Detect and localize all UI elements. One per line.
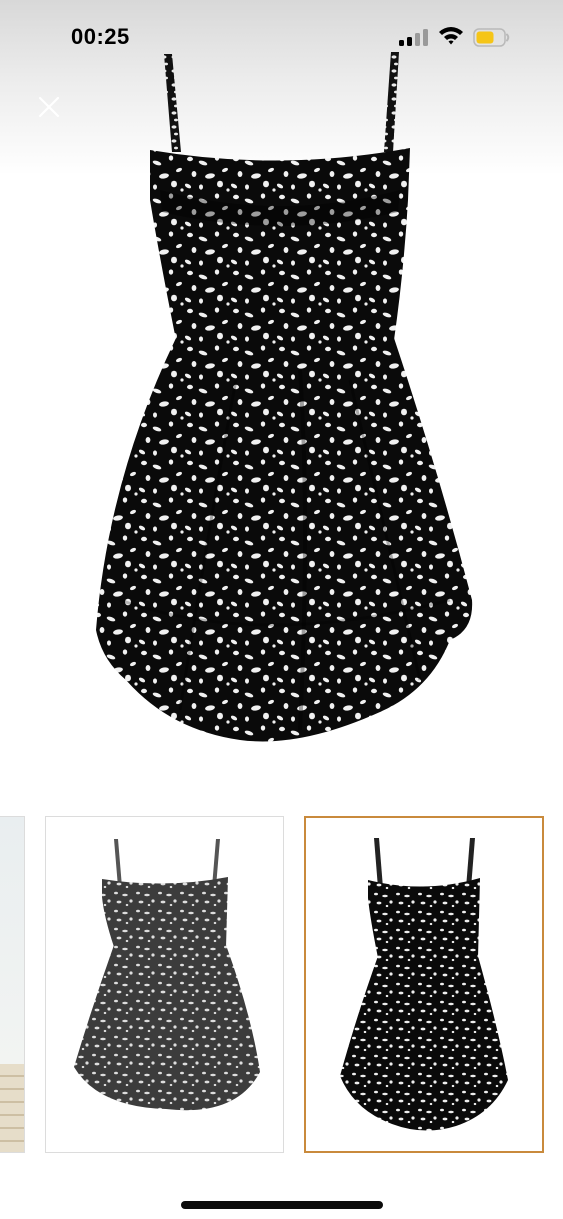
thumbnail-black-dress-image <box>340 838 508 1131</box>
battery-level <box>476 31 494 44</box>
status-bar: 00:25 <box>0 0 563 78</box>
thumbnail-grey-dress-image <box>74 839 260 1111</box>
home-indicator[interactable] <box>181 1201 383 1209</box>
status-time: 00:25 <box>71 24 130 49</box>
main-product-image[interactable] <box>0 40 563 780</box>
thumbnail-black-dress-selected[interactable] <box>304 816 544 1153</box>
cellular-signal-icon <box>399 28 429 46</box>
battery-icon <box>473 28 510 47</box>
thumbnail-partial[interactable] <box>0 816 25 1153</box>
wifi-icon <box>439 27 463 45</box>
room-wall <box>0 817 24 1067</box>
room-floor <box>0 1064 24 1152</box>
close-icon[interactable] <box>32 90 66 124</box>
product-image-viewer: 00:25 <box>0 0 563 1219</box>
thumbnail-grey-dress[interactable] <box>45 816 284 1153</box>
